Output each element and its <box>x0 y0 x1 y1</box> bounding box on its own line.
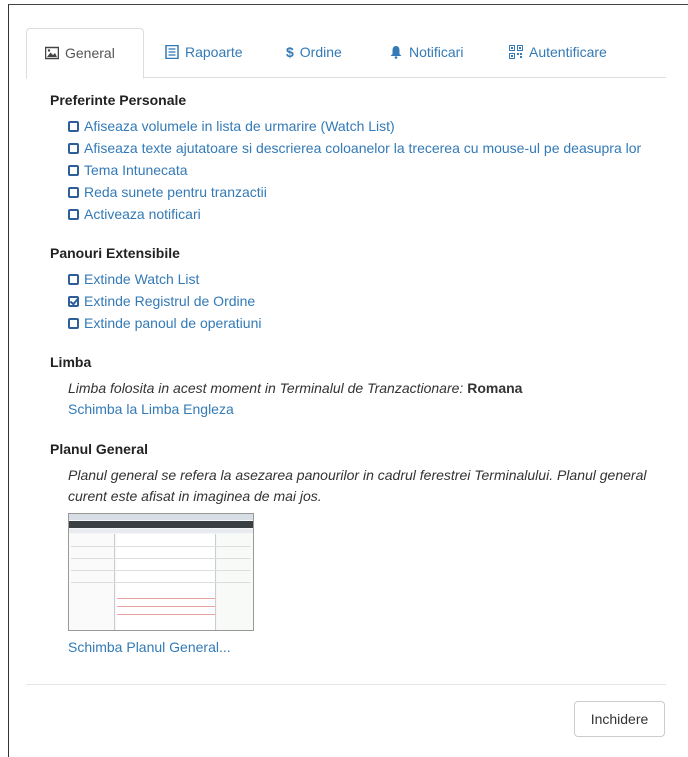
tab-label: Rapoarte <box>185 44 243 60</box>
checkbox-icon <box>68 165 79 176</box>
checkbox-icon <box>68 143 79 154</box>
preview-row <box>117 606 215 607</box>
option-trade-sounds[interactable]: Reda sunete pentru tranzactii <box>68 181 650 203</box>
preview-row <box>71 546 251 547</box>
option-label: Tema Intunecata <box>84 162 188 178</box>
option-expand-operations[interactable]: Extinde panoul de operatiuni <box>68 312 650 334</box>
tab-label: Notificari <box>409 44 464 60</box>
tab-label: General <box>65 45 115 61</box>
option-label: Extinde Watch List <box>84 271 200 287</box>
section-title-layout: Planul General <box>50 441 149 457</box>
section-title-personal: Preferinte Personale <box>50 92 187 108</box>
general-tab-content: Preferinte Personale Afiseaza volumele i… <box>50 92 650 658</box>
option-label: Activeaza notificari <box>84 206 201 222</box>
bell-icon <box>390 46 402 59</box>
section-title-language: Limba <box>50 354 92 370</box>
option-label: Extinde panoul de operatiuni <box>84 315 262 331</box>
section-title-panels: Panouri Extensibile <box>50 245 180 261</box>
image-icon <box>45 46 59 60</box>
option-label: Afiseaza texte ajutatoare si descrierea … <box>84 140 642 156</box>
tab-rapoarte[interactable]: Rapoarte <box>165 28 243 78</box>
option-notifications[interactable]: Activeaza notificari <box>68 203 650 225</box>
current-language: Romana <box>467 380 523 396</box>
preview-toolbar <box>69 529 253 533</box>
checkbox-icon <box>68 318 79 329</box>
checkbox-icon <box>68 187 79 198</box>
close-button[interactable]: Inchidere <box>574 701 665 737</box>
option-label: Afiseaza volumele in lista de urmarire (… <box>84 118 395 134</box>
qrcode-icon <box>509 45 523 59</box>
tab-label: Autentificare <box>529 44 607 60</box>
option-dark-theme[interactable]: Tema Intunecata <box>68 159 650 181</box>
checkbox-icon <box>68 209 79 220</box>
layout-description: Planul general se refera la asezarea pan… <box>68 467 647 504</box>
preview-row <box>117 614 215 615</box>
switch-language-link[interactable]: Schimba la Limba Engleza <box>68 399 650 420</box>
option-label: Reda sunete pentru tranzactii <box>84 184 267 200</box>
personal-options: Afiseaza volumele in lista de urmarire (… <box>68 115 650 225</box>
option-watchlist-volumes[interactable]: Afiseaza volumele in lista de urmarire (… <box>68 115 650 137</box>
panel-options: Extinde Watch List Extinde Registrul de … <box>68 268 650 334</box>
tab-ordine[interactable]: $ Ordine <box>286 28 342 78</box>
preview-row <box>71 570 251 571</box>
tab-general[interactable]: General <box>26 28 144 79</box>
tab-notificari[interactable]: Notificari <box>389 28 463 78</box>
tab-label: Ordine <box>299 44 342 60</box>
preview-titlebar <box>69 514 253 520</box>
tab-autentificare[interactable]: Autentificare <box>509 28 607 78</box>
checkbox-icon <box>68 121 79 132</box>
preview-menubar <box>69 521 253 528</box>
language-text: Limba folosita in acest moment in Termin… <box>68 380 468 396</box>
footer-divider <box>26 684 666 685</box>
settings-tabs: General Rapoarte $ Ordine Notificari Aute… <box>26 28 666 79</box>
layout-preview-image[interactable] <box>68 513 254 631</box>
preview-row <box>71 582 251 583</box>
dollar-icon: $ <box>286 44 294 60</box>
option-label: Extinde Registrul de Ordine <box>84 293 256 309</box>
option-expand-watchlist[interactable]: Extinde Watch List <box>68 268 650 290</box>
option-expand-orderbook[interactable]: Extinde Registrul de Ordine <box>68 290 650 312</box>
checkbox-icon <box>68 274 79 285</box>
change-layout-link[interactable]: Schimba Planul General... <box>68 637 650 658</box>
preview-row <box>71 558 251 559</box>
report-icon <box>165 45 179 59</box>
preview-row <box>117 598 215 599</box>
option-tooltips[interactable]: Afiseaza texte ajutatoare si descrierea … <box>68 137 650 159</box>
language-description: Limba folosita in acest moment in Termin… <box>68 378 650 399</box>
checkbox-checked-icon <box>68 296 79 307</box>
